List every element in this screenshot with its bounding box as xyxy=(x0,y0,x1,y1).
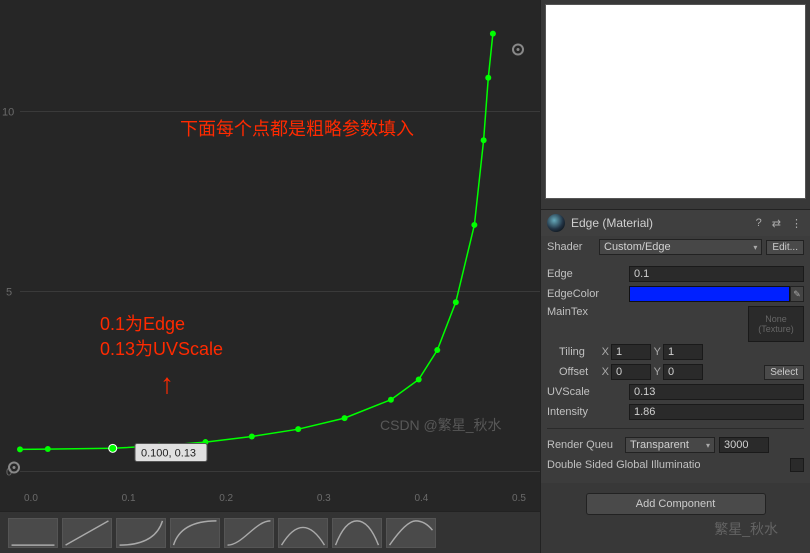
curve-editor-panel: 0 5 10 0.100, 0.13 下面每个点都是粗略参数填入 0.1为Edg… xyxy=(0,0,540,553)
x-tick: 0.5 xyxy=(512,493,526,511)
uvscale-label: UVScale xyxy=(547,386,629,398)
curve-keyframe[interactable] xyxy=(295,426,301,432)
curve-preset[interactable] xyxy=(62,518,112,548)
curve-preset-row xyxy=(0,511,540,553)
help-icon[interactable]: ? xyxy=(754,217,764,229)
intensity-label: Intensity xyxy=(547,406,629,418)
maintex-slot[interactable]: None (Texture) xyxy=(748,306,804,342)
edit-shader-button[interactable]: Edit... xyxy=(766,240,804,255)
edgecolor-label: EdgeColor xyxy=(547,288,629,300)
curve-keyframe[interactable] xyxy=(471,222,477,228)
material-component: Edge (Material) ? ⇄ ⋮ Shader Custom/Edge… xyxy=(541,209,810,483)
edge-input[interactable] xyxy=(629,266,804,282)
curve-keyframe[interactable] xyxy=(434,347,440,353)
curve-preset[interactable] xyxy=(116,518,166,548)
x-tick: 0.1 xyxy=(122,493,136,511)
material-preview[interactable] xyxy=(545,4,806,199)
select-texture-button[interactable]: Select xyxy=(764,365,804,380)
curve-preset[interactable] xyxy=(224,518,274,548)
renderqueue-label: Render Queu xyxy=(547,439,625,451)
x-axis: 0.0 0.1 0.2 0.3 0.4 0.5 xyxy=(0,493,540,511)
curve-keyframe[interactable] xyxy=(45,446,51,452)
point-tooltip: 0.100, 0.13 xyxy=(135,444,207,462)
uvscale-input[interactable] xyxy=(629,384,804,400)
curve-preset[interactable] xyxy=(386,518,436,548)
renderqueue-dropdown[interactable]: Transparent xyxy=(625,437,715,453)
tiling-x-input[interactable] xyxy=(611,344,651,360)
curve-keyframe[interactable] xyxy=(453,299,459,305)
color-picker-icon[interactable]: ✎ xyxy=(790,286,804,302)
offset-x-input[interactable] xyxy=(611,364,651,380)
x-tick: 0.4 xyxy=(414,493,428,511)
curve-keyframe[interactable] xyxy=(109,444,117,452)
dsgi-label: Double Sided Global Illuminatio xyxy=(547,459,790,471)
x-label: X xyxy=(599,346,611,358)
dsgi-checkbox[interactable] xyxy=(790,458,804,472)
curve-keyframe[interactable] xyxy=(342,415,348,421)
tiling-y-input[interactable] xyxy=(663,344,703,360)
shader-dropdown[interactable]: Custom/Edge xyxy=(599,239,762,255)
curve-keyframe[interactable] xyxy=(249,434,255,440)
tiling-label: Tiling xyxy=(547,346,599,358)
curve-keyframe[interactable] xyxy=(388,397,394,403)
x-tick: 0.3 xyxy=(317,493,331,511)
curve-canvas[interactable]: 0 5 10 0.100, 0.13 下面每个点都是粗略参数填入 0.1为Edg… xyxy=(0,0,540,493)
y-tick-1: 5 xyxy=(6,287,12,299)
curve-preset[interactable] xyxy=(170,518,220,548)
gear-icon[interactable] xyxy=(513,45,523,55)
curve-keyframe[interactable] xyxy=(485,75,491,81)
y-tick-2: 10 xyxy=(2,107,14,119)
x-tick: 0.2 xyxy=(219,493,233,511)
maintex-label: MainTex xyxy=(547,306,629,318)
edgecolor-swatch[interactable] xyxy=(629,286,790,302)
x-tick: 0.0 xyxy=(24,493,38,511)
intensity-input[interactable] xyxy=(629,404,804,420)
shader-label: Shader xyxy=(547,241,595,253)
material-icon xyxy=(547,214,565,232)
curve-svg: 0 5 10 0.100, 0.13 xyxy=(0,0,540,493)
offset-y-input[interactable] xyxy=(663,364,703,380)
svg-text:0.100, 0.13: 0.100, 0.13 xyxy=(141,448,196,460)
renderqueue-input[interactable] xyxy=(719,437,769,453)
inspector-panel: Edge (Material) ? ⇄ ⋮ Shader Custom/Edge… xyxy=(540,0,810,553)
curve-preset[interactable] xyxy=(8,518,58,548)
curve-preset[interactable] xyxy=(278,518,328,548)
component-title: Edge (Material) xyxy=(571,216,748,230)
curve-preset[interactable] xyxy=(332,518,382,548)
offset-label: Offset xyxy=(547,366,599,378)
add-component-button[interactable]: Add Component xyxy=(586,493,766,515)
curve-keyframe[interactable] xyxy=(416,377,422,383)
settings-icon[interactable]: ⇄ xyxy=(770,217,783,230)
curve-keyframe[interactable] xyxy=(17,446,23,452)
y-label: Y xyxy=(651,346,663,358)
component-header[interactable]: Edge (Material) ? ⇄ ⋮ xyxy=(541,210,810,236)
edge-label: Edge xyxy=(547,268,629,280)
curve-keyframe[interactable] xyxy=(481,137,487,143)
curve-keyframe[interactable] xyxy=(490,31,496,37)
menu-icon[interactable]: ⋮ xyxy=(789,217,804,230)
